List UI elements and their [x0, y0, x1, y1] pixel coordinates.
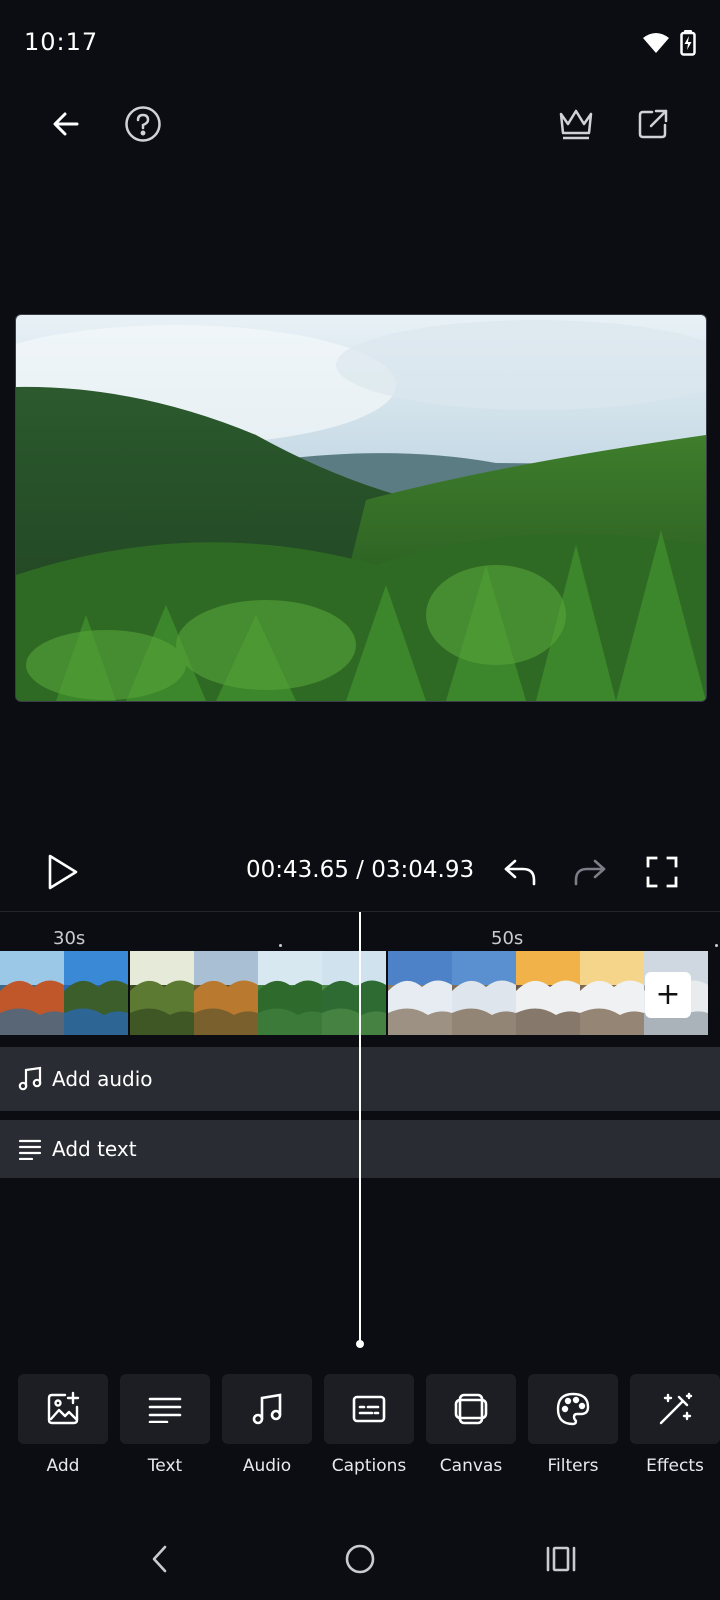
- clip-thumbnail[interactable]: [258, 951, 322, 1035]
- tool-bar: Add Text Audio Captions Canvas Filters E…: [18, 1374, 720, 1484]
- timecode: 00:43.65 / 03:04.93: [246, 857, 474, 883]
- clip-thumbnail[interactable]: [452, 951, 516, 1035]
- nav-back-icon: [149, 1544, 171, 1574]
- tool-effects-label: Effects: [646, 1456, 704, 1476]
- question-circle-icon: [124, 105, 162, 143]
- clip-thumbnail[interactable]: [0, 951, 64, 1035]
- nav-home-icon: [344, 1543, 376, 1575]
- arrow-left-icon: [50, 108, 82, 140]
- add-text-label: Add text: [52, 1137, 137, 1161]
- canvas-icon: [453, 1391, 489, 1427]
- tool-audio-box[interactable]: [222, 1374, 312, 1444]
- tool-text-label: Text: [147, 1456, 183, 1476]
- playhead[interactable]: [359, 912, 361, 1344]
- tool-text-box[interactable]: [120, 1374, 210, 1444]
- tool-filters[interactable]: Filters: [528, 1374, 618, 1476]
- clip-thumbnail[interactable]: [516, 951, 580, 1035]
- tool-add-box[interactable]: [18, 1374, 108, 1444]
- captions-icon: [351, 1394, 387, 1424]
- add-audio-label: Add audio: [52, 1067, 153, 1091]
- tool-canvas-box[interactable]: [426, 1374, 516, 1444]
- plus-icon: +: [655, 977, 681, 1012]
- video-frame: [16, 315, 706, 701]
- palette-icon: [555, 1391, 591, 1427]
- crown-icon: [557, 106, 595, 142]
- ruler-label-30s: 30s: [53, 928, 86, 949]
- tool-filters-box[interactable]: [528, 1374, 618, 1444]
- status-icons: [642, 30, 696, 56]
- tool-add-label: Add: [46, 1456, 80, 1476]
- video-clip-strip[interactable]: [0, 951, 708, 1035]
- play-button[interactable]: [40, 850, 84, 894]
- undo-button[interactable]: [500, 852, 540, 892]
- premium-button[interactable]: [552, 100, 600, 148]
- tool-audio-label: Audio: [242, 1456, 292, 1476]
- tool-canvas[interactable]: Canvas: [426, 1374, 516, 1476]
- clip-thumbnail[interactable]: [130, 951, 194, 1035]
- status-time: 10:17: [24, 28, 99, 56]
- music-note-icon: [250, 1392, 284, 1426]
- tool-effects[interactable]: Effects: [630, 1374, 720, 1476]
- playhead-handle[interactable]: [356, 1340, 364, 1348]
- nav-recents-icon: [545, 1545, 577, 1573]
- time-separator: /: [348, 857, 372, 883]
- fullscreen-icon: [646, 856, 678, 888]
- redo-button[interactable]: [570, 852, 610, 892]
- battery-charging-icon: [680, 30, 696, 56]
- wifi-icon: [642, 32, 670, 54]
- tool-captions-label: Captions: [331, 1456, 407, 1476]
- current-time: 00:43.65: [246, 857, 349, 883]
- tool-captions[interactable]: Captions: [324, 1374, 414, 1476]
- clip-thumbnail[interactable]: [388, 951, 452, 1035]
- tool-text[interactable]: Text: [120, 1374, 210, 1476]
- ruler-tick: [279, 944, 282, 947]
- clip-thumbnail[interactable]: [580, 951, 644, 1035]
- fullscreen-button[interactable]: [642, 852, 682, 892]
- tool-add[interactable]: Add: [18, 1374, 108, 1476]
- back-button[interactable]: [42, 100, 90, 148]
- nav-back-button[interactable]: [130, 1534, 190, 1584]
- share-external-icon: [635, 106, 671, 142]
- tool-filters-label: Filters: [547, 1456, 599, 1476]
- ruler-tick: [715, 944, 718, 947]
- magic-wand-icon: [657, 1391, 693, 1427]
- text-lines-icon: [147, 1395, 183, 1423]
- total-time: 03:04.93: [371, 857, 475, 883]
- undo-icon: [503, 857, 537, 887]
- tool-effects-box[interactable]: [630, 1374, 720, 1444]
- tool-captions-box[interactable]: [324, 1374, 414, 1444]
- clip-thumbnail[interactable]: [322, 951, 386, 1035]
- nav-home-button[interactable]: [330, 1534, 390, 1584]
- export-button[interactable]: [629, 100, 677, 148]
- video-preview[interactable]: [15, 314, 707, 702]
- tool-canvas-label: Canvas: [439, 1456, 503, 1476]
- clip-thumbnail[interactable]: [64, 951, 128, 1035]
- add-clip-button[interactable]: +: [645, 972, 691, 1018]
- music-note-icon: [16, 1065, 44, 1093]
- clip-thumbnail[interactable]: [194, 951, 258, 1035]
- ruler-label-50s: 50s: [491, 928, 524, 949]
- redo-icon: [573, 857, 607, 887]
- text-lines-icon: [16, 1135, 44, 1163]
- tool-audio[interactable]: Audio: [222, 1374, 312, 1476]
- nav-recents-button[interactable]: [531, 1534, 591, 1584]
- play-icon: [40, 850, 84, 894]
- help-button[interactable]: [119, 100, 167, 148]
- add-image-icon: [45, 1391, 81, 1427]
